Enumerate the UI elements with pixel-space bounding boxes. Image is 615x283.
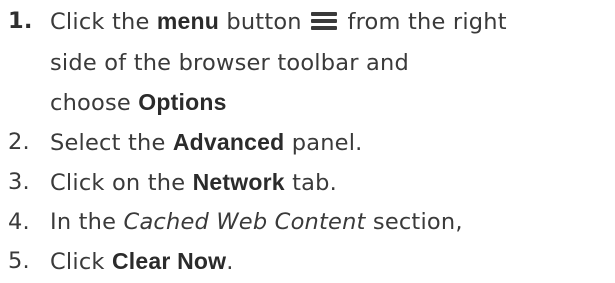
- step-text: In the: [50, 209, 124, 235]
- step-1: 1. Click the menu button from the right …: [0, 2, 615, 123]
- step-text: panel.: [284, 130, 363, 156]
- step-2: 2. Select the Advanced panel.: [0, 123, 615, 163]
- menu-term: menu: [156, 8, 219, 34]
- step-1-line-2: side of the browser toolbar and: [50, 50, 409, 76]
- step-text: Click the: [50, 9, 157, 35]
- network-term: Network: [192, 169, 285, 195]
- step-text: choose: [50, 90, 139, 116]
- step-4: 4. In the Cached Web Content section,: [0, 203, 615, 242]
- cached-web-content-term: Cached Web Content: [123, 209, 366, 235]
- step-1-line-3: choose Options: [50, 83, 615, 123]
- step-text: from the right: [340, 9, 507, 35]
- step-3: 3. Click on the Network tab.: [0, 163, 615, 203]
- step-1-line-1: Click the menu button from the right: [50, 2, 615, 44]
- step-number: 3.: [8, 169, 30, 195]
- step-number: 5.: [8, 248, 30, 274]
- step-text: section,: [365, 209, 463, 235]
- step-text: Click on the: [50, 170, 193, 196]
- step-text: .: [226, 249, 234, 275]
- instruction-steps: 1. Click the menu button from the right …: [0, 2, 615, 282]
- step-number: 1.: [8, 8, 33, 34]
- clear-now-term: Clear Now: [111, 248, 227, 274]
- step-text: button: [219, 9, 310, 35]
- step-number: 2.: [8, 129, 30, 155]
- step-text: Click: [50, 249, 112, 275]
- options-term: Options: [138, 89, 227, 115]
- step-text: Select the: [50, 130, 173, 156]
- advanced-term: Advanced: [172, 129, 285, 155]
- step-number: 4.: [8, 209, 30, 235]
- step-5: 5. Click Clear Now.: [0, 242, 615, 282]
- step-text: tab.: [284, 170, 337, 196]
- hamburger-menu-icon: [311, 5, 338, 44]
